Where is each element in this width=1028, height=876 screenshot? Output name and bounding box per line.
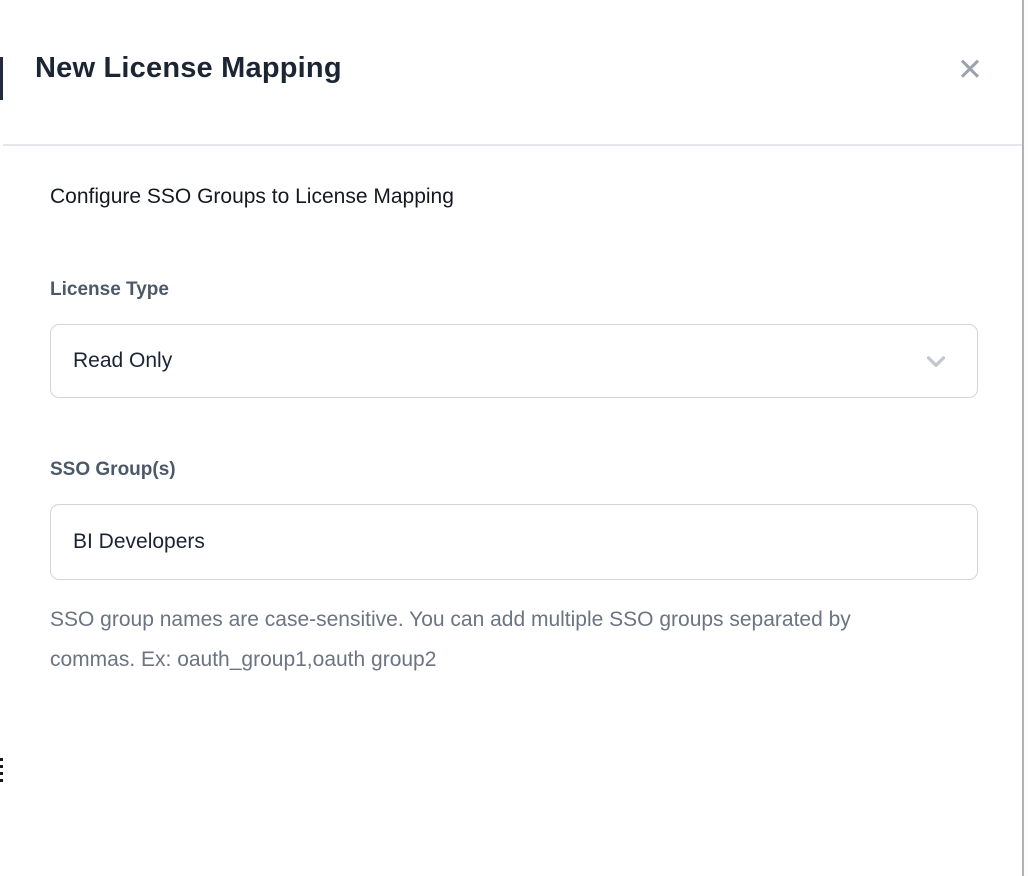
modal-title: New License Mapping	[35, 52, 342, 85]
modal-header: New License Mapping ✕	[0, 0, 1022, 144]
background-menu-dash-icon	[0, 772, 3, 775]
modal-subtitle: Configure SSO Groups to License Mapping	[50, 185, 454, 209]
background-menu-dash-icon	[0, 779, 3, 782]
page-right-gutter	[1024, 0, 1028, 876]
chevron-down-icon	[921, 346, 951, 376]
sso-groups-label: SSO Group(s)	[50, 459, 176, 481]
license-type-selected-value: Read Only	[73, 349, 172, 373]
background-menu-dash-icon	[0, 758, 3, 761]
background-fragment-bar	[0, 57, 3, 100]
close-icon[interactable]: ✕	[948, 48, 992, 92]
sso-groups-help-text: SSO group names are case-sensitive. You …	[50, 600, 900, 680]
header-divider	[3, 144, 1022, 146]
background-menu-dash-icon	[0, 765, 3, 768]
license-type-select[interactable]: Read Only	[50, 324, 978, 398]
new-license-mapping-modal: New License Mapping ✕ Configure SSO Grou…	[0, 0, 1022, 876]
license-type-label: License Type	[50, 279, 169, 301]
sso-groups-input[interactable]	[50, 504, 978, 580]
